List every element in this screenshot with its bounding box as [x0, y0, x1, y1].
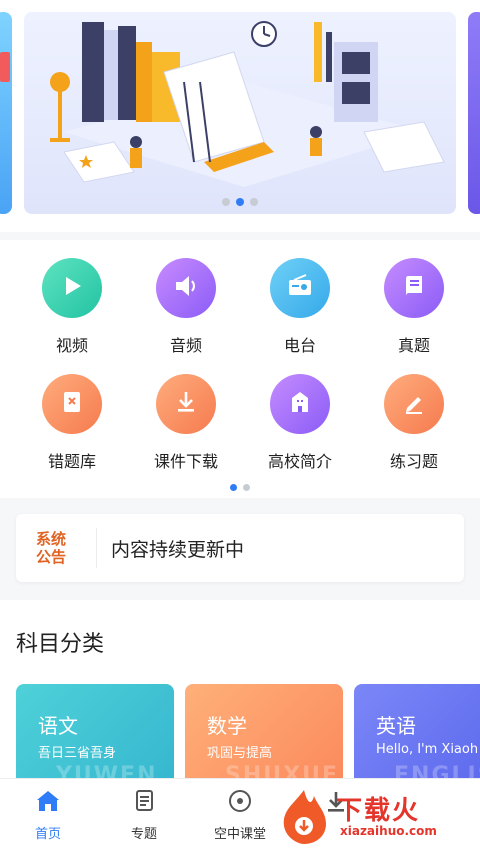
banner-dot[interactable]	[250, 198, 258, 206]
banner	[0, 0, 480, 232]
xiazaihuo-watermark: 下载火 xiazaihuo.com	[274, 784, 474, 846]
feature-item[interactable]: 音频	[126, 258, 246, 356]
document-icon	[131, 789, 157, 817]
banner-prev-slide[interactable]	[0, 12, 12, 214]
download-icon	[173, 389, 199, 419]
banner-next-slide[interactable]	[468, 12, 480, 214]
feature-item[interactable]: 练习题	[354, 374, 474, 472]
book-icon	[401, 273, 427, 303]
flame-logo-icon	[283, 790, 326, 844]
tab-label: 首页	[34, 827, 61, 842]
feature-label: 真题	[397, 336, 430, 355]
banner-dot[interactable]	[222, 198, 230, 206]
subject-card[interactable]: 语文 吾日三省吾身 YUWEN	[16, 684, 174, 780]
subject-card[interactable]: 英语Hello, I'm XiaohENGLISH	[354, 684, 480, 780]
notice-text: 内容持续更新中	[111, 538, 245, 561]
building-icon	[287, 389, 313, 419]
banner-dot[interactable]	[236, 198, 244, 206]
banner-slide[interactable]	[24, 12, 456, 214]
feature-label: 视频	[55, 336, 88, 355]
subject-name: 数学	[207, 714, 247, 738]
feature-item[interactable]: 真题	[354, 258, 474, 356]
notice-logo: 系统 公告	[36, 530, 67, 566]
feature-icon-circle	[270, 258, 330, 318]
subject-desc: Hello, I'm Xiaoh	[376, 742, 479, 757]
banner-pagination	[24, 198, 456, 206]
feature-label: 课件下载	[153, 452, 218, 471]
tab-item[interactable]: 专题	[96, 789, 192, 842]
tab-label: 专题	[130, 827, 157, 842]
feature-grid: 视频 音频 电台 真题错题库 课件下载 高校简介 练习题	[0, 240, 480, 498]
feature-label: 错题库	[47, 452, 96, 471]
radio-icon	[286, 273, 314, 303]
home-icon	[35, 789, 61, 817]
feature-label: 电台	[283, 336, 316, 355]
feature-icon-circle	[156, 258, 216, 318]
feature-item[interactable]: 视频	[12, 258, 132, 356]
app-screen: 视频 音频 电台 真题错题库 课件下载 高校简介 练习题 系统 公告 内容持续更新中 科目分…	[0, 0, 480, 854]
section-title: 科目分类	[16, 632, 105, 657]
feature-item[interactable]: 高校简介	[240, 374, 360, 472]
grid-page-dot[interactable]	[243, 484, 250, 491]
feature-label: 练习题	[389, 452, 438, 471]
subject-card[interactable]: 数学 巩固与提高 SHUXUE	[185, 684, 343, 780]
disc-icon	[227, 789, 253, 817]
feature-icon-circle	[270, 374, 330, 434]
feature-icon-circle	[156, 374, 216, 434]
feature-icon-circle	[384, 258, 444, 318]
error-book-icon	[59, 389, 85, 419]
feature-label: 音频	[169, 336, 202, 355]
subject-desc: 吾日三省吾身	[38, 746, 117, 761]
feature-item[interactable]: 错题库	[12, 374, 132, 472]
grid-pagination	[0, 484, 480, 491]
system-notice[interactable]: 系统 公告 内容持续更新中	[16, 514, 464, 582]
feature-icon-circle	[42, 258, 102, 318]
tab-label: 空中课堂	[213, 827, 266, 842]
feature-item[interactable]: 课件下载	[126, 374, 246, 472]
library-illustration	[50, 21, 445, 187]
bottom-tabbar: 空中课堂 专题 首页 下载火 xiazaihuo.com	[0, 778, 480, 854]
speaker-icon	[172, 273, 200, 303]
tab-item[interactable]: 首页	[0, 789, 96, 842]
subject-name: 英语	[376, 714, 416, 738]
notice-divider	[96, 528, 97, 568]
feature-icon-circle	[42, 374, 102, 434]
subject-desc: 巩固与提高	[207, 746, 273, 761]
pencil-icon	[401, 389, 427, 419]
feature-icon-circle	[384, 374, 444, 434]
grid-page-dot[interactable]	[230, 484, 237, 491]
subject-name: 语文	[38, 714, 78, 738]
subject-section: 科目分类 语文 吾日三省吾身 YUWEN 数学 巩固与提高 SHUXUE 英语 Hello, …	[0, 600, 480, 780]
play-icon	[59, 273, 85, 303]
feature-item[interactable]: 电台	[240, 258, 360, 356]
feature-label: 高校简介	[267, 452, 332, 471]
